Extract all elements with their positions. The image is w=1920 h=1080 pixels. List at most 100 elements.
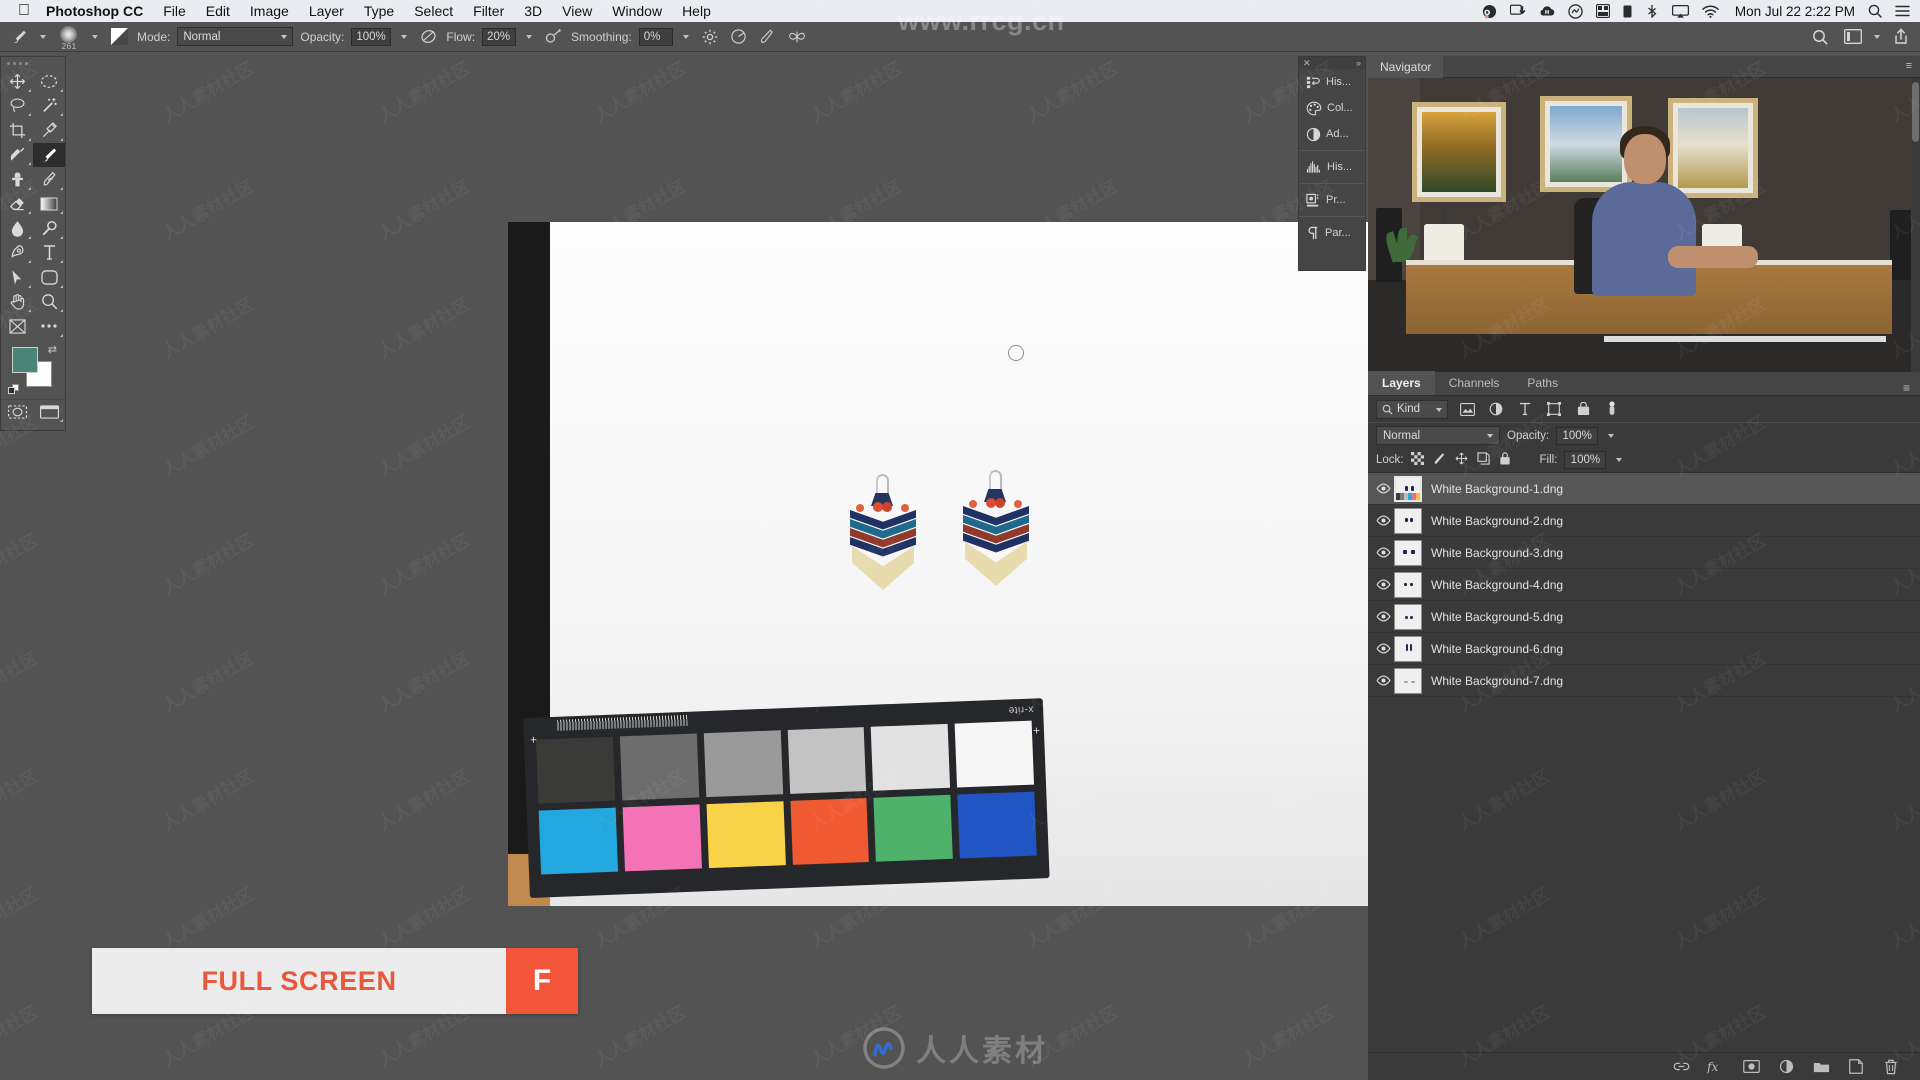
rectangle-tool[interactable]: [33, 265, 65, 290]
move-tool[interactable]: [1, 69, 33, 94]
layer-row[interactable]: White Background-6.dng: [1368, 633, 1920, 665]
menu-type[interactable]: Type: [364, 3, 394, 19]
eraser-tool[interactable]: [1, 192, 33, 217]
creative-cloud-icon[interactable]: [1568, 3, 1583, 19]
layer-name[interactable]: White Background-5.dng: [1431, 610, 1563, 624]
lock-artboard-icon[interactable]: [1476, 452, 1490, 468]
eye-icon[interactable]: [1372, 515, 1394, 526]
more-tools-button[interactable]: [33, 314, 65, 339]
tools-panel-grip[interactable]: [1, 57, 65, 69]
filter-toggle-icon[interactable]: [1602, 399, 1622, 419]
clone-stamp-tool[interactable]: [1, 167, 33, 192]
panel-properties[interactable]: Pr...: [1299, 187, 1365, 213]
foreground-color-swatch[interactable]: [12, 346, 38, 373]
screen-mode-icon[interactable]: [33, 400, 65, 425]
add-layer-mask-icon[interactable]: [1742, 1058, 1760, 1076]
dodge-tool[interactable]: [33, 216, 65, 241]
panel-color[interactable]: Col...: [1299, 95, 1365, 121]
control-center-icon[interactable]: [1895, 5, 1910, 17]
gradient-tool[interactable]: [33, 192, 65, 217]
panel-paragraph[interactable]: Par...: [1299, 220, 1365, 246]
menu-image[interactable]: Image: [250, 3, 289, 19]
blend-mode-select[interactable]: Normal: [177, 27, 294, 46]
layer-row[interactable]: White Background-1.dng: [1368, 473, 1920, 505]
menu-layer[interactable]: Layer: [309, 3, 344, 19]
menu-edit[interactable]: Edit: [206, 3, 230, 19]
airbrush-icon[interactable]: [542, 26, 564, 48]
panel-history[interactable]: His...: [1299, 69, 1365, 95]
layer-name[interactable]: White Background-2.dng: [1431, 514, 1563, 528]
eye-icon[interactable]: [1372, 579, 1394, 590]
lock-position-icon[interactable]: [1455, 452, 1468, 468]
layer-opacity-input[interactable]: 100%: [1556, 426, 1599, 445]
edit-toolbar-button[interactable]: [1, 314, 33, 339]
bluetooth-icon[interactable]: [1645, 4, 1659, 18]
brush-angle-icon[interactable]: [728, 26, 750, 48]
pen-tool[interactable]: [1, 241, 33, 266]
flow-slider-caret[interactable]: [523, 28, 535, 46]
layer-fill-input[interactable]: 100%: [1564, 451, 1607, 469]
screen-download-icon[interactable]: [1509, 4, 1526, 18]
menu-select[interactable]: Select: [414, 3, 453, 19]
layer-name[interactable]: White Background-4.dng: [1431, 578, 1563, 592]
layer-thumbnail[interactable]: [1394, 507, 1422, 534]
layer-name[interactable]: White Background-3.dng: [1431, 546, 1563, 560]
workspace-icon[interactable]: [1842, 26, 1864, 48]
layer-name[interactable]: White Background-1.dng: [1431, 482, 1563, 496]
layer-thumbnail[interactable]: [1394, 539, 1422, 566]
symmetry-butterfly-icon[interactable]: [786, 26, 808, 48]
navigator-scrollbar[interactable]: [1911, 78, 1920, 372]
blur-tool[interactable]: [1, 216, 33, 241]
menu-help[interactable]: Help: [682, 3, 711, 19]
battery-icon[interactable]: [1623, 5, 1632, 18]
grid-icon[interactable]: [1595, 4, 1610, 18]
gear-icon[interactable]: [699, 26, 721, 48]
eye-icon[interactable]: [1372, 611, 1394, 622]
menu-view[interactable]: View: [562, 3, 592, 19]
eye-icon[interactable]: [1372, 643, 1394, 654]
layer-blend-mode-select[interactable]: Normal: [1376, 426, 1500, 445]
tab-navigator[interactable]: Navigator: [1368, 55, 1444, 78]
pressure-opacity-icon[interactable]: [417, 26, 439, 48]
menu-bar-clock[interactable]: Mon Jul 22 2:22 PM: [1735, 4, 1855, 19]
spot-healing-brush-tool[interactable]: [1, 143, 33, 168]
panel-menu-icon[interactable]: ≡: [1903, 381, 1920, 395]
layer-thumbnail[interactable]: [1394, 475, 1422, 502]
quick-mask-icon[interactable]: [1, 400, 33, 425]
airplay-icon[interactable]: [1671, 4, 1689, 18]
layer-fill-caret[interactable]: [1613, 451, 1625, 469]
active-app-name[interactable]: Photoshop CC: [46, 3, 143, 19]
new-group-icon[interactable]: [1812, 1058, 1830, 1076]
tab-channels[interactable]: Channels: [1435, 371, 1514, 395]
layer-thumbnail[interactable]: [1394, 571, 1422, 598]
delete-layer-icon[interactable]: [1882, 1058, 1900, 1076]
layer-opacity-caret[interactable]: [1605, 427, 1617, 445]
eyedropper-tool[interactable]: [33, 118, 65, 143]
panel-histogram[interactable]: His...: [1299, 154, 1365, 180]
shape-layer-filter-icon[interactable]: [1544, 399, 1564, 419]
navigator-preview[interactable]: [1368, 78, 1920, 372]
layer-filter-kind-select[interactable]: Kind: [1376, 399, 1448, 419]
layer-row[interactable]: White Background-7.dng: [1368, 665, 1920, 697]
menu-filter[interactable]: Filter: [473, 3, 504, 19]
link-layers-icon[interactable]: [1672, 1058, 1690, 1076]
document-canvas[interactable]: x-rite + +: [508, 222, 1368, 906]
eye-icon[interactable]: [1372, 675, 1394, 686]
layer-thumbnail[interactable]: [1394, 635, 1422, 662]
layer-style-fx-icon[interactable]: fx: [1707, 1058, 1725, 1076]
new-adjustment-layer-icon[interactable]: [1777, 1058, 1795, 1076]
eye-icon[interactable]: [1372, 547, 1394, 558]
tab-layers[interactable]: Layers: [1368, 371, 1435, 395]
flow-input[interactable]: 20%: [482, 27, 517, 46]
lock-all-icon[interactable]: [1499, 452, 1511, 468]
menu-file[interactable]: File: [163, 3, 186, 19]
menu-window[interactable]: Window: [612, 3, 662, 19]
smoothing-input[interactable]: 0%: [638, 27, 673, 46]
lock-image-pixels-icon[interactable]: [1433, 452, 1446, 468]
pixel-layer-filter-icon[interactable]: [1457, 399, 1477, 419]
layer-thumbnail[interactable]: [1394, 667, 1422, 694]
layer-row[interactable]: White Background-4.dng: [1368, 569, 1920, 601]
layer-row[interactable]: White Background-2.dng: [1368, 505, 1920, 537]
layer-thumbnail[interactable]: [1394, 603, 1422, 630]
brush-tool[interactable]: [33, 142, 65, 167]
